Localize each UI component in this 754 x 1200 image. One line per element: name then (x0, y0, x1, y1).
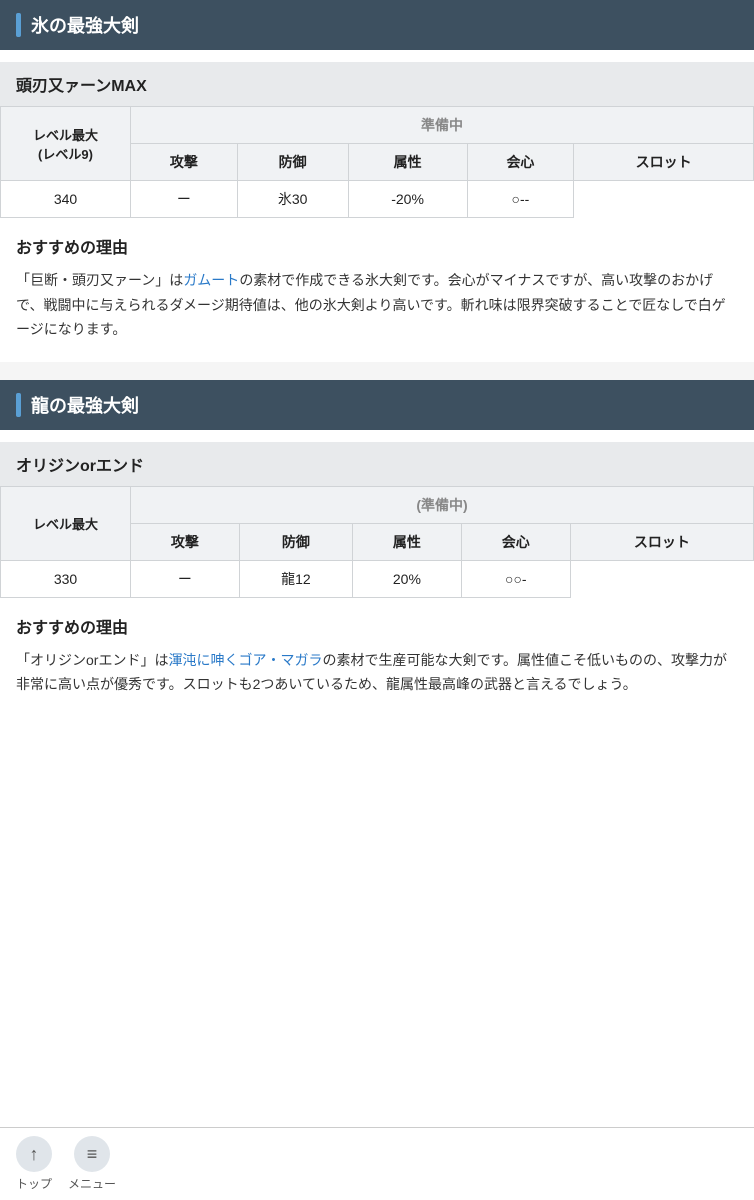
dragon-section-title: 龍の最強大剣 (31, 392, 139, 418)
dragon-reason-title: おすすめの理由 (16, 614, 738, 638)
nav-top-label: トップ (16, 1175, 52, 1192)
dragon-col-attack: 攻撃 (131, 523, 240, 560)
dragon-stats-table: レベル最大 (準備中) 攻撃 防御 属性 会心 スロット 330 ー 龍12 2… (0, 486, 754, 598)
dragon-col-affinity: 会心 (461, 523, 570, 560)
dragon-val-element: 龍12 (239, 560, 352, 597)
ice-reason-title: おすすめの理由 (16, 234, 738, 258)
ice-col-affinity: 会心 (467, 144, 574, 181)
ice-stats-row: 340 ー 氷30 -20% ○-- (1, 181, 754, 218)
dragon-weapon-name: オリジンorエンド (0, 442, 754, 486)
ice-val-defense: ー (131, 181, 238, 218)
dragon-val-affinity: 20% (352, 560, 461, 597)
dragon-val-slot: ○○- (461, 560, 570, 597)
ice-val-attack: 340 (1, 181, 131, 218)
ice-reason-body: 「巨断・頭刃又ァーン」はガムートの素材で作成できる氷大剣です。会心がマイナスです… (16, 268, 738, 342)
dragon-reason-section: おすすめの理由 「オリジンorエンド」は渾沌に呻くゴア・マガラの素材で生産可能な… (0, 598, 754, 717)
ice-col-defense: 防御 (237, 144, 348, 181)
dragon-stats-table-wrap: レベル最大 (準備中) 攻撃 防御 属性 会心 スロット 330 ー 龍12 2… (0, 486, 754, 598)
dragon-preparing-label: (準備中) (131, 486, 754, 523)
ice-stats-table-wrap: レベル最大 (レベル9) 準備中 攻撃 防御 属性 会心 スロット 340 ー … (0, 106, 754, 218)
dragon-reason-body: 「オリジンorエンド」は渾沌に呻くゴア・マガラの素材で生産可能な大剣です。属性値… (16, 648, 738, 697)
ice-link-gamut[interactable]: ガムート (183, 272, 239, 288)
ice-val-affinity: -20% (348, 181, 467, 218)
ice-col-slot: スロット (574, 144, 754, 181)
dragon-val-defense: ー (131, 560, 240, 597)
ice-col-element: 属性 (348, 144, 467, 181)
ice-col-attack: 攻撃 (131, 144, 238, 181)
dragon-col-slot: スロット (570, 523, 753, 560)
nav-menu-label: メニュー (68, 1175, 116, 1192)
ice-section-title: 氷の最強大剣 (31, 12, 139, 38)
dragon-col-defense: 防御 (239, 523, 352, 560)
ice-reason-section: おすすめの理由 「巨断・頭刃又ァーン」はガムートの素材で作成できる氷大剣です。会… (0, 218, 754, 362)
dragon-link-goa[interactable]: 渾沌に呻くゴア・マガラ (168, 652, 322, 668)
dragon-val-attack: 330 (1, 560, 131, 597)
dragon-stats-row: 330 ー 龍12 20% ○○- (1, 560, 754, 597)
nav-menu-button[interactable]: ≡ メニュー (68, 1136, 116, 1192)
bottom-nav: ↑ トップ ≡ メニュー (0, 1127, 754, 1200)
nav-top-button[interactable]: ↑ トップ (16, 1136, 52, 1192)
dragon-section-header: 龍の最強大剣 (0, 380, 754, 430)
dragon-col-element: 属性 (352, 523, 461, 560)
dragon-row-header: レベル最大 (1, 486, 131, 560)
ice-stats-table: レベル最大 (レベル9) 準備中 攻撃 防御 属性 会心 スロット 340 ー … (0, 106, 754, 218)
ice-val-element: 氷30 (237, 181, 348, 218)
menu-icon: ≡ (74, 1136, 110, 1172)
ice-section-header: 氷の最強大剣 (0, 0, 754, 50)
ice-row-header: レベル最大 (レベル9) (1, 107, 131, 181)
ice-preparing-label: 準備中 (131, 107, 754, 144)
ice-weapon-name: 頭刃又ァーンMAX (0, 62, 754, 106)
top-arrow-icon: ↑ (16, 1136, 52, 1172)
ice-val-slot: ○-- (467, 181, 574, 218)
